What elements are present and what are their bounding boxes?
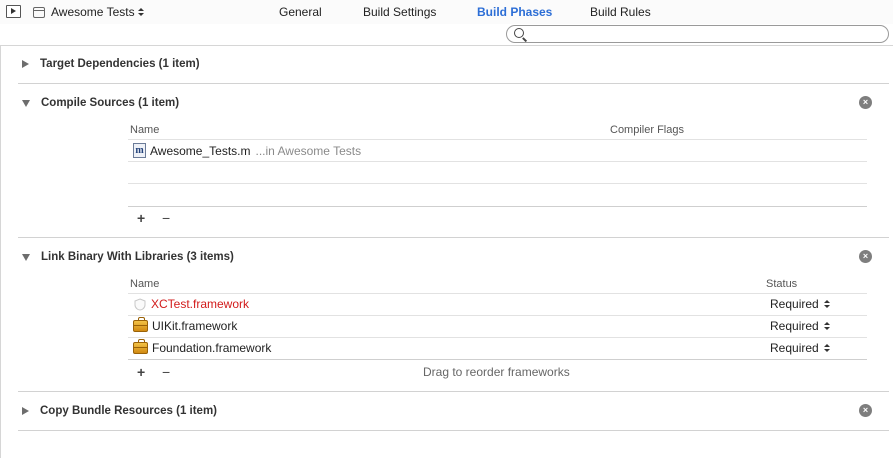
search-icon <box>514 28 524 38</box>
phase-divider <box>18 391 889 392</box>
top-divider <box>0 45 893 46</box>
phase-divider <box>18 237 889 238</box>
tab-general[interactable]: General <box>279 5 322 19</box>
source-file-name: Awesome_Tests.m <box>150 143 251 158</box>
target-name: Awesome Tests <box>51 5 135 19</box>
sidebar-toggle-icon[interactable] <box>6 5 21 18</box>
framework-toolbox-icon <box>133 339 148 354</box>
source-file-location: ...in Awesome Tests <box>255 143 362 158</box>
search-input[interactable] <box>529 26 884 42</box>
add-framework-button[interactable]: + <box>137 365 145 379</box>
row-divider <box>128 161 867 162</box>
table-row[interactable]: XCTest.framework <box>133 297 249 311</box>
status-popup[interactable]: Required <box>770 341 830 355</box>
left-edge <box>0 46 1 458</box>
row-divider <box>128 337 867 338</box>
phase-link-binary-header[interactable]: Link Binary With Libraries (3 items) <box>22 249 234 265</box>
disclosure-triangle-collapsed-icon[interactable] <box>22 60 29 68</box>
phase-copy-bundle-resources-header[interactable]: Copy Bundle Resources (1 item) <box>22 403 217 419</box>
missing-framework-icon <box>134 297 146 311</box>
objc-source-file-icon: m <box>133 143 146 158</box>
tab-build-phases[interactable]: Build Phases <box>477 5 552 19</box>
framework-name: Foundation.framework <box>152 341 272 355</box>
search-field[interactable] <box>506 25 889 43</box>
tab-build-settings[interactable]: Build Settings <box>363 5 436 19</box>
editor-top-bar: Awesome Tests General Build Settings Bui… <box>0 0 893 24</box>
column-header-name[interactable]: Name <box>130 124 159 136</box>
target-picker[interactable]: Awesome Tests <box>33 4 144 20</box>
column-header-name[interactable]: Name <box>130 278 159 290</box>
delete-phase-icon[interactable]: × <box>859 250 872 263</box>
framework-toolbox-icon <box>133 317 148 332</box>
table-row[interactable]: m Awesome_Tests.m ...in Awesome Tests <box>133 143 361 158</box>
target-icon <box>33 6 45 18</box>
up-down-arrows-icon <box>137 8 144 16</box>
status-value: Required <box>770 341 819 355</box>
phase-title: Target Dependencies (1 item) <box>40 58 200 70</box>
status-value: Required <box>770 297 819 311</box>
up-down-arrows-icon <box>823 322 830 330</box>
table-header-divider <box>128 139 867 140</box>
phase-target-dependencies-header[interactable]: Target Dependencies (1 item) <box>22 56 200 72</box>
remove-framework-button[interactable]: − <box>162 365 170 379</box>
status-popup[interactable]: Required <box>770 297 830 311</box>
up-down-arrows-icon <box>823 300 830 308</box>
row-divider <box>128 315 867 316</box>
column-header-status[interactable]: Status <box>766 278 797 290</box>
phase-title: Link Binary With Libraries (3 items) <box>41 251 234 263</box>
tab-build-rules[interactable]: Build Rules <box>590 5 651 19</box>
framework-name: UIKit.framework <box>152 319 238 333</box>
table-row[interactable]: Foundation.framework <box>133 339 272 355</box>
row-divider <box>128 183 867 184</box>
phase-compile-sources-header[interactable]: Compile Sources (1 item) <box>22 95 179 111</box>
phase-title: Copy Bundle Resources (1 item) <box>40 405 218 417</box>
table-row[interactable]: UIKit.framework <box>133 317 238 333</box>
framework-name: XCTest.framework <box>151 297 250 311</box>
reorder-hint: Drag to reorder frameworks <box>423 365 570 379</box>
column-header-compiler-flags[interactable]: Compiler Flags <box>610 124 684 136</box>
phase-title: Compile Sources (1 item) <box>41 97 180 109</box>
up-down-arrows-icon <box>823 344 830 352</box>
disclosure-triangle-expanded-icon[interactable] <box>22 253 30 261</box>
status-value: Required <box>770 319 819 333</box>
add-file-button[interactable]: + <box>137 211 145 225</box>
table-bottom-divider <box>128 359 867 360</box>
delete-phase-icon[interactable]: × <box>859 404 872 417</box>
search-row <box>0 24 893 45</box>
delete-phase-icon[interactable]: × <box>859 96 872 109</box>
disclosure-triangle-expanded-icon[interactable] <box>22 99 30 107</box>
status-popup[interactable]: Required <box>770 319 830 333</box>
remove-file-button[interactable]: − <box>162 211 170 225</box>
phase-divider <box>18 430 889 431</box>
disclosure-triangle-collapsed-icon[interactable] <box>22 407 29 415</box>
table-bottom-divider <box>128 206 867 207</box>
phase-divider <box>18 83 889 84</box>
table-header-divider <box>128 293 867 294</box>
